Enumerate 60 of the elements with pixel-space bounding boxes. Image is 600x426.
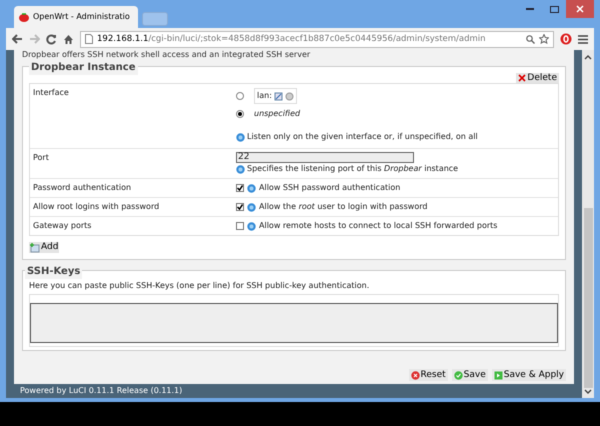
hint-text: Allow the root user to login with password — [259, 201, 428, 213]
network-icon — [274, 92, 283, 100]
radio-button[interactable] — [236, 92, 244, 100]
checkbox[interactable] — [236, 203, 244, 211]
info-icon — [236, 132, 245, 142]
add-icon — [30, 242, 40, 252]
close-icon — [576, 5, 584, 13]
footer-text: Powered by LuCI 0.11.1 Release (0.11.1) — [19, 385, 184, 397]
address-text: 192.168.1.1/cgi-bin/luci/;stok=4858d8f993acecf1b887c0e5c0445956/admin/system/admin — [97, 32, 486, 46]
info-icon — [247, 184, 256, 192]
checkbox[interactable] — [236, 184, 244, 192]
info-icon — [236, 164, 245, 174]
hint-text: Specifies the listening port of this Dropbear instance — [247, 163, 458, 175]
apply-button[interactable]: Save & Apply — [492, 369, 566, 381]
star-icon[interactable] — [539, 34, 549, 44]
tab-title: OpenWrt - Administratio — [33, 11, 130, 23]
delete-button[interactable]: Delete — [516, 73, 559, 83]
field-label: Password authentication — [33, 183, 132, 192]
check-icon — [454, 370, 463, 380]
ssh-keys-description: Here you can paste public SSH-Keys (one per line) for SSH public-key authentication. — [29, 280, 370, 292]
checkbox[interactable] — [236, 222, 244, 230]
network-icon — [284, 92, 294, 100]
search-icon[interactable] — [526, 34, 535, 44]
close-icon — [518, 74, 526, 82]
intro-text: Dropbear offers SSH network shell access and an integrated SSH server — [22, 50, 312, 59]
scrollbar-thumb[interactable] — [584, 208, 592, 388]
browser-tab[interactable]: OpenWrt - Administratio — [14, 6, 138, 28]
save-button[interactable]: Save — [452, 369, 488, 381]
reset-button[interactable]: Reset — [408, 369, 448, 381]
apply-icon — [494, 370, 503, 380]
tomato-icon — [19, 12, 29, 22]
field-label: Allow root logins with password — [33, 202, 160, 211]
scroll-up-icon[interactable] — [584, 53, 592, 61]
field-label: Gateway ports — [33, 221, 92, 230]
back-icon[interactable] — [12, 34, 23, 44]
hint-text: Listen only on the given interface or, if unspecified, on all — [247, 131, 478, 143]
port-field[interactable]: 22 — [236, 152, 414, 163]
hint-text: Allow SSH password authentication — [259, 182, 400, 194]
extension-icon[interactable] — [560, 33, 572, 45]
field-label: Port — [33, 153, 49, 162]
address-bar[interactable]: 192.168.1.1/cgi-bin/luci/;stok=4858d8f993acecf1b887c0e5c0445956/admin/system/admin — [80, 30, 554, 48]
info-icon — [247, 202, 256, 212]
ssh-keys-textarea[interactable] — [30, 303, 558, 343]
page-icon — [85, 34, 93, 44]
field-label: Interface — [33, 88, 69, 97]
reload-icon[interactable] — [46, 34, 57, 44]
option-label: unspecified — [254, 108, 300, 120]
info-icon — [247, 222, 256, 230]
close-button[interactable] — [566, 0, 594, 18]
fieldset-legend: SSH-Keys — [25, 264, 82, 279]
radio-button[interactable] — [236, 110, 244, 118]
scroll-down-icon[interactable] — [584, 388, 592, 396]
option-label: lan: — [257, 90, 272, 102]
fieldset-legend: Dropbear Instance — [29, 60, 138, 75]
hint-text: Allow remote hosts to connect to local SSH forwarded ports — [259, 220, 498, 232]
home-icon[interactable] — [63, 34, 74, 44]
menu-icon[interactable] — [578, 34, 588, 44]
reset-icon — [410, 370, 420, 380]
add-button[interactable]: Add — [29, 242, 60, 253]
scrollbar[interactable] — [582, 50, 594, 398]
